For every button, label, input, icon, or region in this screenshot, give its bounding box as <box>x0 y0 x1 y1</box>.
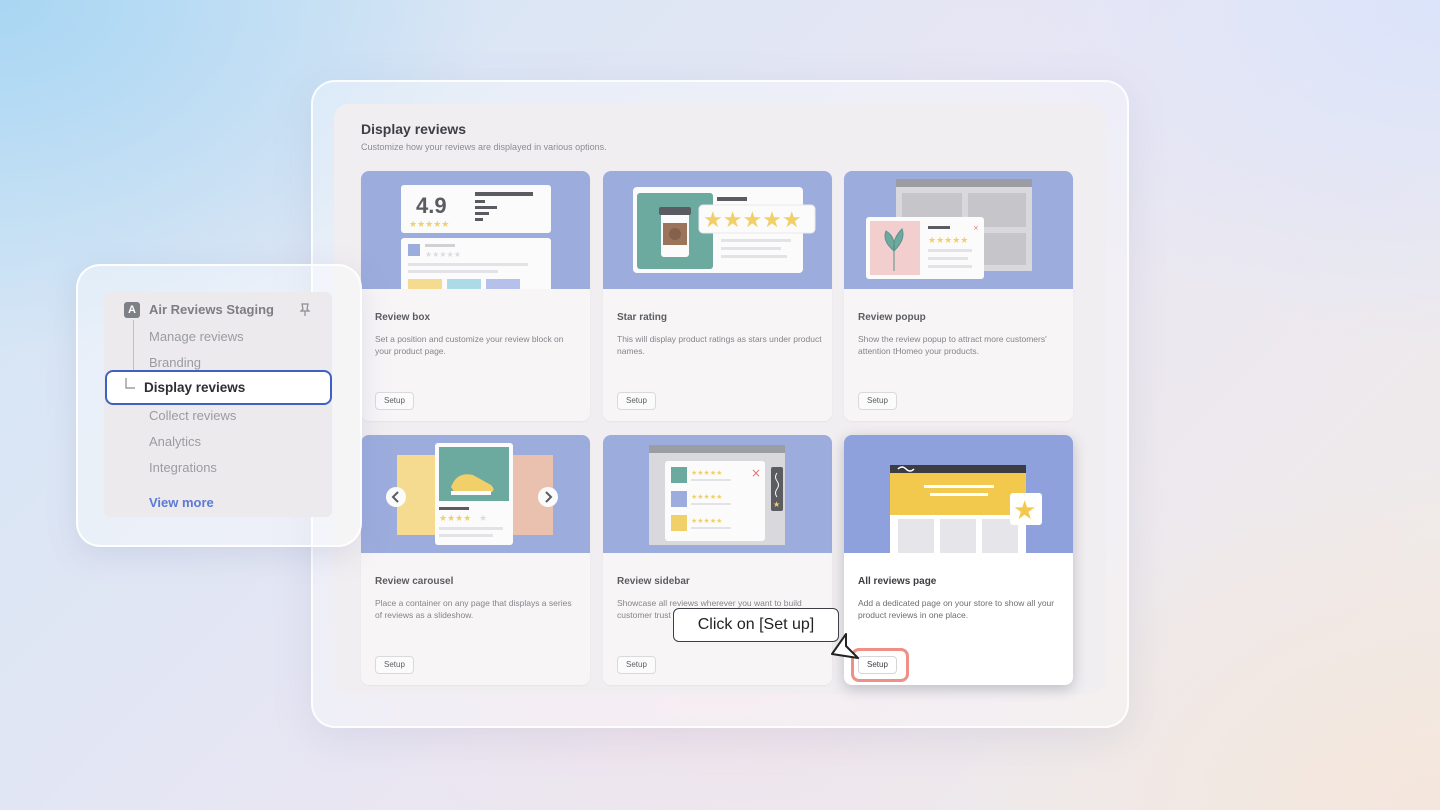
card-title: All reviews page <box>858 576 937 587</box>
card-review-sidebar: ★★★★★ ★★★★★ ★★★★★ × ★ Review sidebar Showc… <box>603 435 832 685</box>
review-popup-setup-button[interactable]: Setup <box>858 392 897 410</box>
card-title: Review carousel <box>375 576 454 587</box>
instruction-tooltip: Click on [Set up] <box>673 608 839 642</box>
card-title: Star rating <box>617 312 668 323</box>
page-subtitle: Customize how your reviews are displayed… <box>361 142 607 152</box>
svg-text:★: ★ <box>479 514 487 524</box>
card-review-carousel: ★★★★ ★ Review carousel Place a container … <box>361 435 590 685</box>
svg-text:★: ★ <box>773 500 780 509</box>
review-carousel-setup-button[interactable]: Setup <box>375 656 414 674</box>
svg-text:★★★★★: ★★★★★ <box>691 493 722 501</box>
card-title: Review popup <box>858 312 926 323</box>
card-description: This will display product ratings as sta… <box>617 334 822 356</box>
pointer-cursor-icon <box>831 633 859 659</box>
rating-score: 4.9 <box>416 193 447 218</box>
review-popup-illustration: ★★★★★ × <box>844 171 1073 289</box>
svg-text:★★★★★: ★★★★★ <box>409 220 449 230</box>
review-carousel-illustration: ★★★★ ★ <box>361 435 590 553</box>
card-description: Show the review popup to attract more cu… <box>858 334 1047 356</box>
svg-text:★★★★★: ★★★★★ <box>691 517 722 525</box>
card-description: Set a position and customize your review… <box>375 334 564 356</box>
star-rating-illustration: ★★★★★ <box>603 171 832 289</box>
svg-text:×: × <box>751 466 761 480</box>
svg-text:★★★★★: ★★★★★ <box>691 469 722 477</box>
review-box-setup-button[interactable]: Setup <box>375 392 414 410</box>
branch-icon <box>125 378 135 389</box>
sidebar-item-label: Display reviews <box>144 380 246 395</box>
svg-text:★★★★★: ★★★★★ <box>703 208 802 233</box>
card-description: Place a container on any page that displ… <box>375 598 572 620</box>
page-title: Display reviews <box>361 121 467 137</box>
sidebar-item-integrations[interactable]: Integrations <box>149 460 217 475</box>
svg-text:×: × <box>973 224 979 232</box>
card-star-rating: ★★★★★ Star rating This will display prod… <box>603 171 832 421</box>
sidebar-item-branding[interactable]: Branding <box>149 355 201 370</box>
star-rating-setup-button[interactable]: Setup <box>617 392 656 410</box>
card-review-popup: ★★★★★ × Review popup Show the review pop… <box>844 171 1073 421</box>
review-sidebar-setup-button[interactable]: Setup <box>617 656 656 674</box>
review-box-illustration: 4.9 ★★★★★ ★★★★★ <box>361 171 590 289</box>
all-reviews-page-illustration: ★ <box>844 435 1073 553</box>
store-logo-icon: A <box>124 302 140 318</box>
svg-text:★: ★ <box>1013 496 1036 526</box>
sidebar-item-analytics[interactable]: Analytics <box>149 434 201 449</box>
card-title: Review box <box>375 312 431 323</box>
view-more-link[interactable]: View more <box>149 495 214 510</box>
sidebar-item-manage-reviews[interactable]: Manage reviews <box>149 329 244 344</box>
review-sidebar-illustration: ★★★★★ ★★★★★ ★★★★★ × ★ <box>603 435 832 553</box>
card-description: Add a dedicated page on your store to sh… <box>858 598 1055 620</box>
svg-text:★★★★: ★★★★ <box>439 514 471 524</box>
card-title: Review sidebar <box>617 576 690 587</box>
svg-text:★★★★★: ★★★★★ <box>425 250 461 259</box>
pin-icon[interactable] <box>298 303 312 317</box>
sidebar-item-collect-reviews[interactable]: Collect reviews <box>149 408 236 423</box>
card-review-box: 4.9 ★★★★★ ★★★★★ Review box Set a positio… <box>361 171 590 421</box>
svg-text:★★★★★: ★★★★★ <box>928 236 968 246</box>
store-name[interactable]: Air Reviews Staging <box>149 302 274 317</box>
